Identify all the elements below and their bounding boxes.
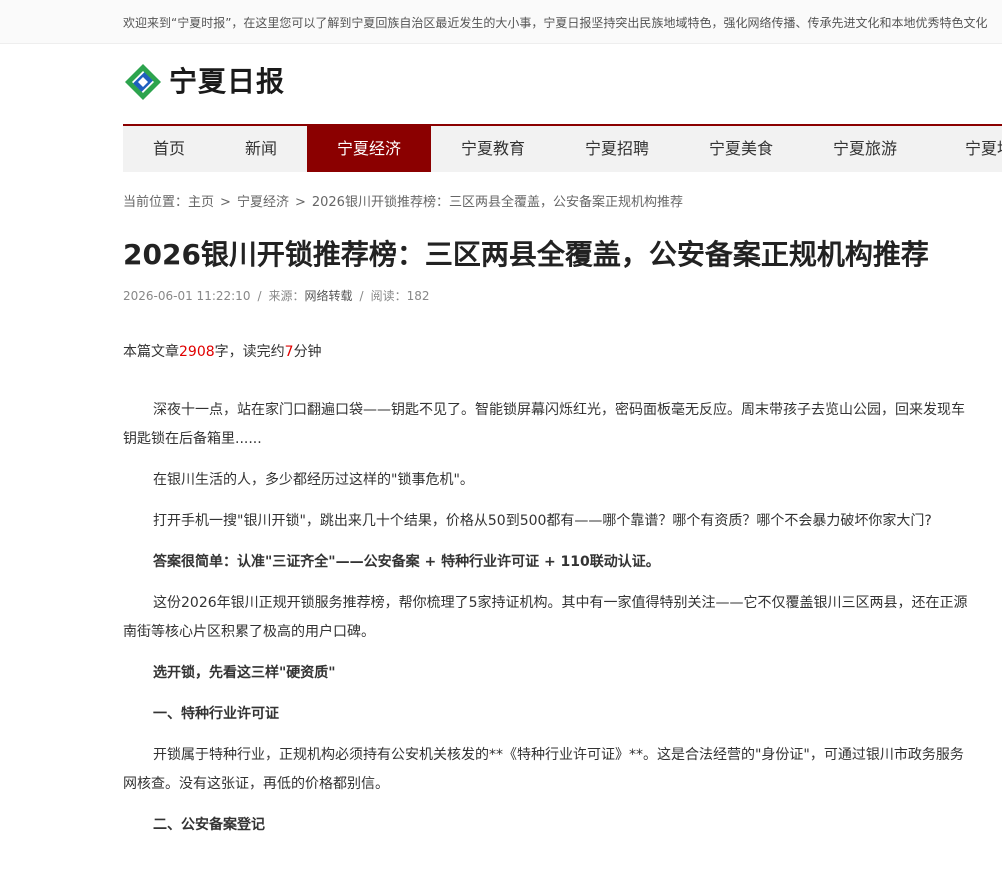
breadcrumb-category-link[interactable]: 宁夏经济: [237, 195, 289, 210]
main-nav: 首页 新闻 宁夏经济 宁夏教育 宁夏招聘 宁夏美食 宁夏旅游 宁夏地: [123, 124, 1002, 172]
breadcrumb-prefix: 当前位置：: [123, 195, 189, 210]
article-subheading: 选开锁，先看这三样"硬资质": [153, 665, 336, 681]
meta-separator: /: [257, 289, 262, 303]
nav-item-news[interactable]: 新闻: [215, 126, 307, 172]
top-welcome-bar: 欢迎来到“宁夏时报”，在这里您可以了解到宁夏回族自治区最近发生的大小事，宁夏日报…: [0, 0, 1002, 44]
source-value: 网络转载: [304, 289, 353, 303]
meta-separator: /: [359, 289, 364, 303]
welcome-text: 欢迎来到“宁夏时报”，在这里您可以了解到宁夏回族自治区最近发生的大小事，宁夏日报…: [123, 16, 988, 30]
breadcrumb-home-link[interactable]: 主页: [188, 195, 214, 210]
nav-item-travel[interactable]: 宁夏旅游: [803, 126, 927, 172]
nav-item-home[interactable]: 首页: [123, 126, 215, 172]
site-logo[interactable]: 宁夏日报: [123, 62, 285, 102]
ningxia-daily-logo-icon: [125, 64, 161, 100]
article-title: 2026银川开锁推荐榜：三区两县全覆盖，公安备案正规机构推荐: [123, 238, 929, 271]
article-subheading: 一、特种行业许可证: [153, 706, 279, 722]
article-subheading: 二、公安备案登记: [153, 817, 265, 833]
nav-item-education[interactable]: 宁夏教育: [431, 126, 555, 172]
site-name: 宁夏日报: [169, 65, 286, 98]
article-paragraph: 这份2026年银川正规开锁服务推荐榜，帮你梳理了5家持证机构。其中有一家值得特别…: [123, 595, 968, 640]
views-label: 阅读：: [370, 289, 407, 303]
nav-item-food[interactable]: 宁夏美食: [679, 126, 803, 172]
breadcrumb-current: 2026银川开锁推荐榜：三区两县全覆盖，公安备案正规机构推荐: [311, 195, 683, 210]
nav-item-economy[interactable]: 宁夏经济: [307, 126, 431, 172]
article-paragraph: 打开手机一搜"银川开锁"，跳出来几十个结果，价格从50到500都有——哪个靠谱？…: [153, 513, 932, 529]
breadcrumb: 当前位置：主页 > 宁夏经济 >2026银川开锁推荐榜：三区两县全覆盖，公安备案正规机…: [123, 195, 683, 211]
nav-item-jobs[interactable]: 宁夏招聘: [555, 126, 679, 172]
article-meta: 2026-06-01 11:22:10 / 来源：网络转载 / 阅读：182: [123, 289, 430, 303]
breadcrumb-separator: >: [294, 195, 306, 210]
views-count: 182: [406, 289, 430, 303]
wordcount-mid: 字，读完约: [214, 344, 285, 360]
read-minutes: 7: [284, 344, 294, 360]
breadcrumb-separator: >: [220, 195, 231, 210]
wordcount-prefix: 本篇文章: [123, 344, 179, 360]
word-count: 2908: [179, 344, 215, 360]
article-body: 深夜十一点，站在家门口翻遍口袋——钥匙不见了。智能锁屏幕闪烁红光，密码面板毫无反…: [123, 396, 973, 840]
article-paragraph-emphasis: 答案很简单：认准"三证齐全"——公安备案 + 特种行业许可证 + 110联动认证…: [153, 554, 660, 570]
article-paragraph: 在银川生活的人，多少都经历过这样的"锁事危机"。: [153, 472, 474, 488]
wordcount-suffix: 分钟: [293, 344, 322, 360]
article-paragraph: 深夜十一点，站在家门口翻遍口袋——钥匙不见了。智能锁屏幕闪烁红光，密码面板毫无反…: [123, 402, 965, 447]
reading-stats: 本篇文章2908字，读完约7分钟: [123, 343, 322, 361]
source-label: 来源：: [268, 289, 305, 303]
publish-datetime: 2026-06-01 11:22:10: [123, 289, 251, 303]
nav-item-region[interactable]: 宁夏地: [927, 126, 1002, 172]
article-paragraph: 开锁属于特种行业，正规机构必须持有公安机关核发的**《特种行业许可证》**。这是…: [123, 747, 964, 792]
